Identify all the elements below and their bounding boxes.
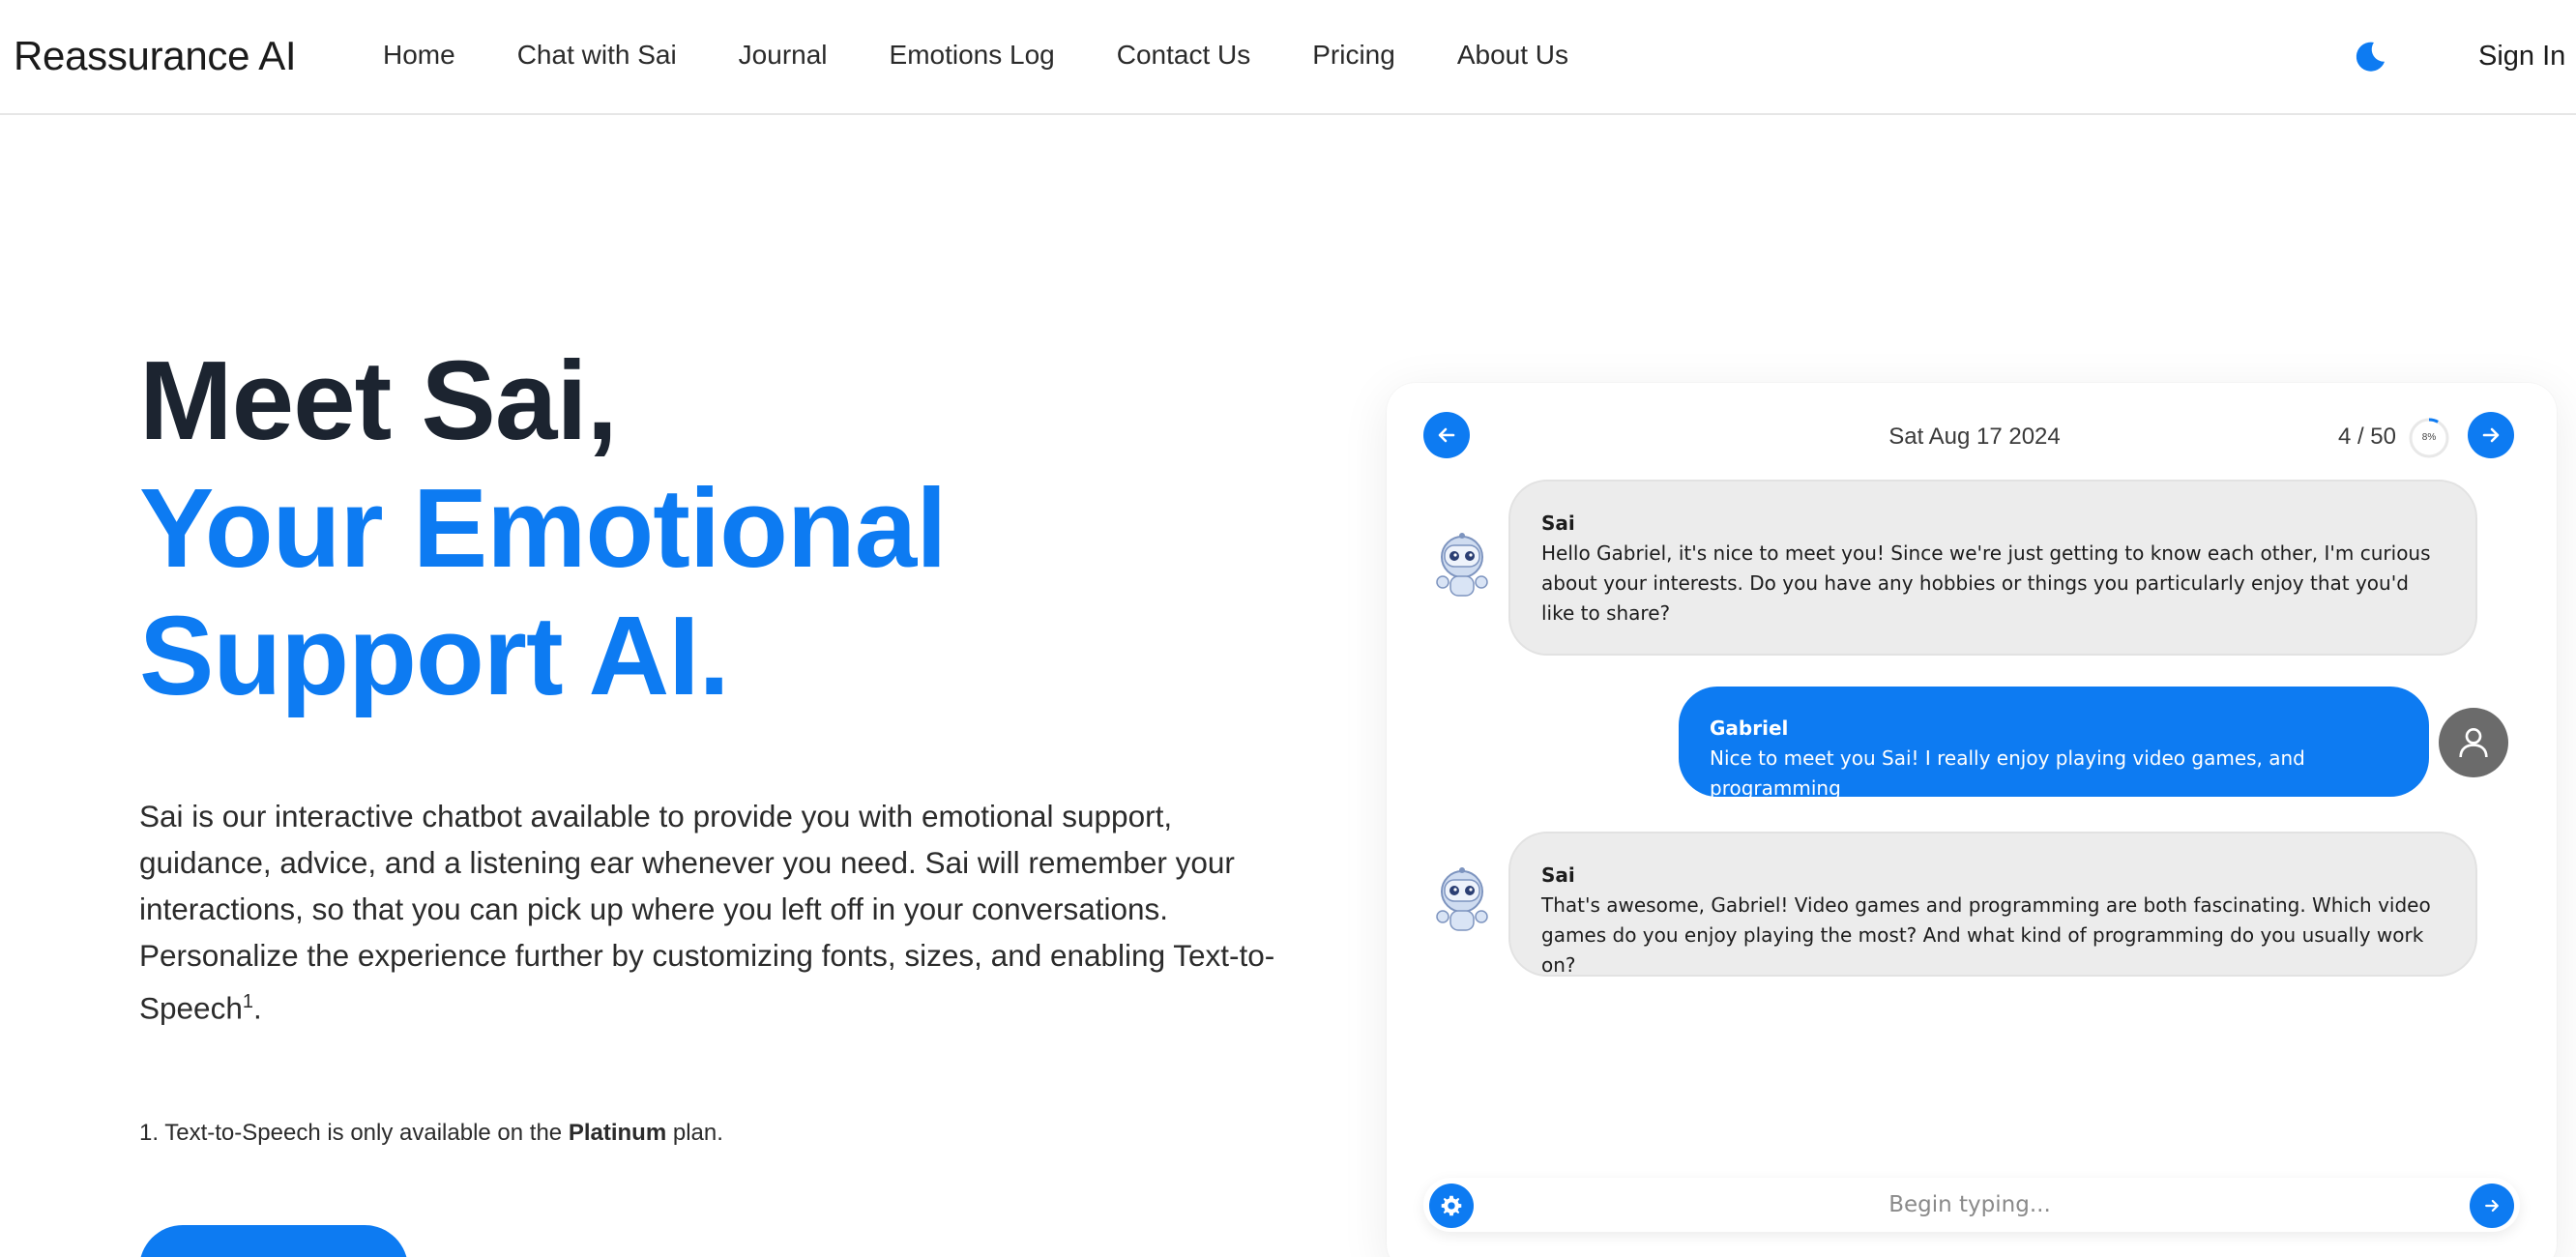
arrow-right-icon bbox=[2485, 1199, 2499, 1213]
message-bubble-sai: Sai That's awesome, Gabriel! Video games… bbox=[1508, 832, 2477, 977]
gear-icon bbox=[1441, 1195, 1462, 1216]
next-conversation-button[interactable] bbox=[2468, 412, 2514, 458]
footnote-prefix: 1. Text-to-Speech is only available on t… bbox=[139, 1120, 569, 1146]
message-sender: Gabriel bbox=[1710, 716, 1789, 740]
message-text: That's awesome, Gabriel! Video games and… bbox=[1541, 893, 2431, 977]
chat-input[interactable] bbox=[1491, 1184, 2448, 1226]
arrow-left-icon bbox=[1438, 427, 1455, 443]
nav-link-journal[interactable]: Journal bbox=[739, 40, 828, 71]
sign-in-link[interactable]: Sign In bbox=[2478, 41, 2565, 73]
sai-avatar bbox=[1436, 867, 1488, 931]
nav-link-about-us[interactable]: About Us bbox=[1457, 40, 1568, 71]
hero-description-text: Sai is our interactive chatbot available… bbox=[139, 799, 1275, 1026]
sai-avatar bbox=[1436, 533, 1488, 597]
message-bubble-sai: Sai Hello Gabriel, it's nice to meet you… bbox=[1508, 480, 2477, 656]
hero-description: Sai is our interactive chatbot available… bbox=[139, 793, 1300, 1032]
hero-title-line3: Support AI. bbox=[139, 593, 730, 718]
footnote-plan: Platinum bbox=[568, 1120, 667, 1146]
nav-link-emotions-log[interactable]: Emotions Log bbox=[890, 40, 1055, 71]
nav-link-home[interactable]: Home bbox=[383, 40, 455, 71]
footnote-marker: 1 bbox=[242, 991, 253, 1012]
message-sender: Sai bbox=[1541, 863, 1575, 887]
message-bubble-user: Gabriel Nice to meet you Sai! I really e… bbox=[1679, 687, 2429, 800]
chat-date: Sat Aug 17 2024 bbox=[1888, 424, 2061, 450]
footnote: 1. Text-to-Speech is only available on t… bbox=[139, 1120, 723, 1147]
brand-logo[interactable]: Reassurance AI bbox=[14, 33, 297, 79]
hero-description-end: . bbox=[252, 990, 262, 1026]
nav-links: Home Chat with Sai Journal Emotions Log … bbox=[383, 40, 1630, 71]
chat-input-bar bbox=[1423, 1178, 2520, 1232]
user-avatar bbox=[2439, 708, 2508, 777]
user-icon bbox=[2459, 728, 2488, 758]
message-count: 4 / 50 bbox=[2337, 424, 2396, 450]
send-button[interactable] bbox=[2470, 1184, 2514, 1228]
hero-title-line2: Your Emotional bbox=[139, 465, 948, 591]
footnote-suffix: plan. bbox=[666, 1120, 723, 1146]
nav-link-pricing[interactable]: Pricing bbox=[1312, 40, 1395, 71]
hero-title: Meet Sai, Your Emotional Support AI. bbox=[139, 336, 948, 719]
message-text: Hello Gabriel, it's nice to meet you! Si… bbox=[1541, 541, 2431, 625]
nav-link-chat-with-sai[interactable]: Chat with Sai bbox=[517, 40, 677, 71]
hero-title-line1: Meet Sai, bbox=[139, 337, 618, 463]
arrow-right-icon bbox=[2482, 427, 2500, 443]
message-text: Nice to meet you Sai! I really enjoy pla… bbox=[1710, 746, 2305, 800]
message-sender: Sai bbox=[1541, 512, 1575, 535]
progress-label: 8% bbox=[2421, 432, 2437, 443]
chat-demo-card: Sat Aug 17 2024 4 / 50 8% Sai Hello Gabr… bbox=[1387, 383, 2557, 1257]
navbar: Reassurance AI Home Chat with Sai Journa… bbox=[0, 0, 2576, 115]
nav-link-contact-us[interactable]: Contact Us bbox=[1117, 40, 1251, 71]
moon-icon[interactable] bbox=[2352, 39, 2388, 75]
settings-button[interactable] bbox=[1429, 1184, 1474, 1228]
prev-conversation-button[interactable] bbox=[1423, 412, 1470, 458]
get-started-button[interactable] bbox=[139, 1225, 408, 1257]
